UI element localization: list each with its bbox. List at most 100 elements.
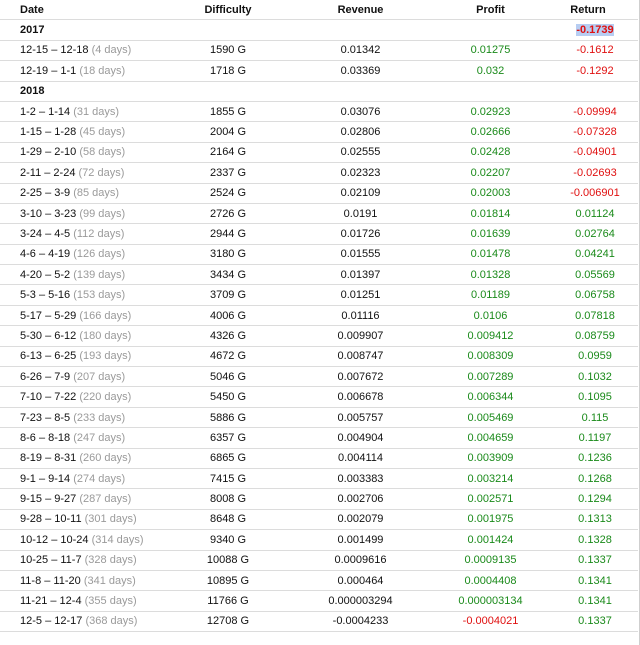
table-row: 3-24 – 4-5 (112 days) 2944 G 0.01726 0.0163… — [0, 223, 638, 245]
revenue-cell: 0.004904 — [278, 427, 443, 449]
date-range: 11-8 – 11-20 — [20, 574, 81, 587]
date-cell: 5-30 – 6-12 (180 days) — [0, 325, 178, 347]
table-row: 9-1 – 9-14 (274 days) 7415 G 0.003383 0.003… — [0, 468, 638, 490]
table-row: 6-26 – 7-9 (207 days) 5046 G 0.007672 0.007… — [0, 366, 638, 388]
revenue-cell: 0.002079 — [278, 509, 443, 531]
return-cell: -0.07328 — [538, 121, 638, 143]
return-cell: -0.04901 — [538, 142, 638, 164]
revenue-cell: 0.000003294 — [278, 590, 443, 612]
days-count: (233 days) — [73, 411, 126, 424]
header-revenue: Revenue — [278, 0, 443, 21]
date-cell: 7-23 – 8-5 (233 days) — [0, 407, 178, 429]
mining-profit-table: Date Difficulty Revenue Profit Return 20… — [0, 0, 638, 633]
difficulty-cell: 1855 G — [178, 101, 278, 123]
table-row: 7-23 – 8-5 (233 days) 5886 G 0.005757 0.005… — [0, 407, 638, 429]
profit-cell: 0.01189 — [443, 284, 538, 306]
difficulty-cell: 6357 G — [178, 427, 278, 449]
days-count: (166 days) — [79, 309, 132, 322]
profit-cell: 0.0009135 — [443, 550, 538, 571]
date-range: 6-26 – 7-9 — [20, 370, 71, 383]
revenue-cell: 0.007672 — [278, 366, 443, 388]
revenue-cell: 0.03076 — [278, 101, 443, 123]
profit-cell: 0.002571 — [443, 488, 538, 510]
table-row: 5-3 – 5-16 (153 days) 3709 G 0.01251 0.0118… — [0, 284, 638, 306]
difficulty-cell: 6865 G — [178, 448, 278, 469]
revenue-cell: 0.01555 — [278, 244, 443, 266]
difficulty-cell: 3434 G — [178, 264, 278, 286]
days-count: (85 days) — [73, 187, 120, 200]
table-row: 12-15 – 12-18 (4 days) 1590 G 0.01342 0.012… — [0, 40, 638, 62]
return-cell: 0.01124 — [538, 203, 638, 225]
date-cell: 8-19 – 8-31 (260 days) — [0, 448, 178, 469]
return-cell: -0.1292 — [538, 60, 638, 82]
table-row: 2-11 – 2-24 (72 days) 2337 G 0.02323 0.0220… — [0, 162, 638, 184]
date-range: 5-30 – 6-12 — [20, 329, 77, 342]
date-cell: 11-21 – 12-4 (355 days) — [0, 590, 178, 612]
date-range: 4-6 – 4-19 — [20, 248, 71, 261]
date-range: 9-15 – 9-27 — [20, 493, 77, 506]
profit-cell: 0.003214 — [443, 468, 538, 490]
return-cell: 0.1341 — [538, 590, 638, 612]
table-row: 5-17 – 5-29 (166 days) 4006 G 0.01116 0.010… — [0, 305, 638, 327]
difficulty-cell: 2337 G — [178, 162, 278, 184]
revenue-cell: 0.004114 — [278, 448, 443, 469]
return-cell: 0.1341 — [538, 570, 638, 592]
difficulty-cell: 1718 G — [178, 60, 278, 82]
date-cell: 4-20 – 5-2 (139 days) — [0, 264, 178, 286]
days-count: (341 days) — [83, 574, 136, 587]
return-cell: 0.08759 — [538, 325, 638, 347]
return-cell: 0.04241 — [538, 244, 638, 266]
difficulty-cell: 2726 G — [178, 203, 278, 225]
profit-cell: 0.01814 — [443, 203, 538, 225]
days-count: (139 days) — [73, 268, 126, 281]
revenue-cell: 0.01726 — [278, 223, 443, 245]
difficulty-cell: 5886 G — [178, 407, 278, 429]
table-row: 4-6 – 4-19 (126 days) 3180 G 0.01555 0.0147… — [0, 244, 638, 266]
table-row: 10-12 – 10-24 (314 days) 9340 G 0.001499 0.… — [0, 529, 638, 551]
difficulty-cell: 7415 G — [178, 468, 278, 490]
table-body: 2017 -0.1739 12-15 – 12-18 (4 days) 1590 G0… — [0, 19, 638, 633]
difficulty-cell: 2164 G — [178, 142, 278, 164]
revenue-cell: 0.003383 — [278, 468, 443, 490]
date-cell: 1-15 – 1-28 (45 days) — [0, 121, 178, 143]
profit-cell: -0.0004021 — [443, 611, 538, 633]
difficulty-cell: 10088 G — [178, 550, 278, 571]
days-count: (153 days) — [73, 289, 126, 302]
date-cell: 12-19 – 1-1 (18 days) — [0, 60, 178, 82]
return-cell: 0.1337 — [538, 611, 638, 633]
date-cell: 8-6 – 8-18 (247 days) — [0, 427, 178, 449]
profit-cell: 0.02428 — [443, 142, 538, 164]
return-cell: 0.06758 — [538, 284, 638, 306]
header-profit: Profit — [443, 0, 538, 21]
date-cell: 1-29 – 2-10 (58 days) — [0, 142, 178, 164]
days-count: (274 days) — [73, 472, 126, 485]
mining-profit-table-view: Date Difficulty Revenue Profit Return 20… — [0, 0, 640, 645]
difficulty-cell: 5450 G — [178, 386, 278, 408]
return-cell: 0.07818 — [538, 305, 638, 327]
header-date: Date — [0, 0, 178, 21]
table-row: 3-10 – 3-23 (99 days) 2726 G 0.0191 0.01814… — [0, 203, 638, 225]
table-row: 12-19 – 1-1 (18 days) 1718 G 0.03369 0.032-… — [0, 60, 638, 82]
revenue-cell: 0.006678 — [278, 386, 443, 408]
profit-cell: 0.006344 — [443, 386, 538, 408]
table-header-row: Date Difficulty Revenue Profit Return — [0, 0, 638, 21]
profit-cell: 0.02003 — [443, 183, 538, 204]
profit-cell: 0.02666 — [443, 121, 538, 143]
table-row: 1-15 – 1-28 (45 days) 2004 G 0.02806 0.0266… — [0, 121, 638, 143]
date-cell: 5-3 – 5-16 (153 days) — [0, 284, 178, 306]
date-range: 12-19 – 1-1 — [20, 64, 77, 77]
days-count: (126 days) — [73, 248, 126, 261]
days-count: (328 days) — [84, 554, 137, 567]
profit-cell: 0.008309 — [443, 346, 538, 368]
table-row: 1-2 – 1-14 (31 days) 1855 G 0.03076 0.02923… — [0, 101, 638, 123]
table-row: 8-19 – 8-31 (260 days) 6865 G 0.004114 0.00… — [0, 448, 638, 469]
date-cell: 2-11 – 2-24 (72 days) — [0, 162, 178, 184]
date-cell: 11-8 – 11-20 (341 days) — [0, 570, 178, 592]
date-range: 5-3 – 5-16 — [20, 289, 71, 302]
profit-cell: 0.01639 — [443, 223, 538, 245]
return-cell: 0.1236 — [538, 448, 638, 469]
table-row: 10-25 – 11-7 (328 days) 10088 G 0.0009616 0… — [0, 550, 638, 571]
return-cell: 0.1268 — [538, 468, 638, 490]
revenue-cell: 0.01251 — [278, 284, 443, 306]
difficulty-cell: 8008 G — [178, 488, 278, 510]
